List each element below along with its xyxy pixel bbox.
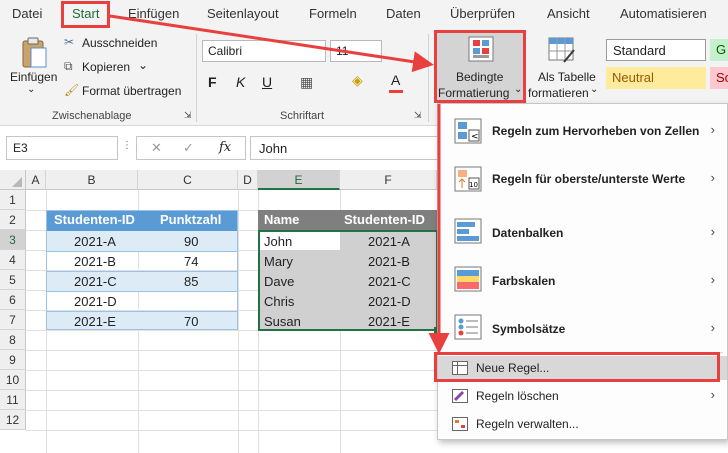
- annotation-arrow-start-to-cf: [109, 14, 434, 73]
- excel-window: Datei Start Einfügen Seitenlayout Formel…: [0, 0, 728, 453]
- annotation-arrows: [109, 14, 450, 354]
